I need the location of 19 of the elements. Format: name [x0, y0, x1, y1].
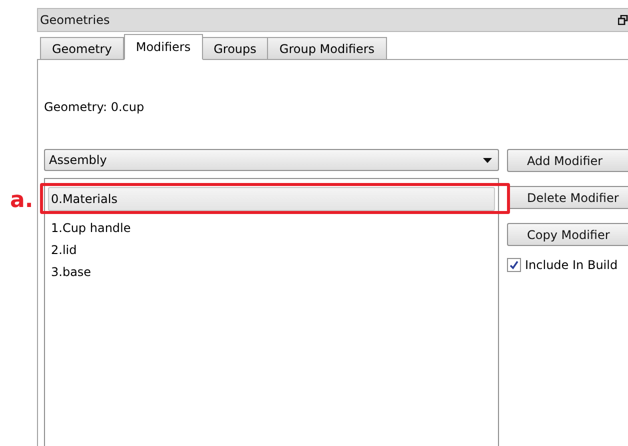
panel-title: Geometries [40, 13, 110, 27]
modifier-item[interactable]: 1.Cup handle [48, 217, 495, 239]
modifier-item[interactable]: 3.base [48, 261, 495, 283]
restore-icon[interactable] [618, 15, 628, 25]
modifier-button[interactable]: Copy Modifier [507, 223, 628, 246]
include-checkbox[interactable] [507, 258, 521, 272]
annotation-label: a. [10, 188, 34, 214]
tab[interactable]: Geometry [40, 37, 124, 59]
geometry-label: Geometry: 0.cup [44, 100, 146, 116]
modifier-button[interactable]: Add Modifier [507, 149, 628, 172]
tab[interactable]: Group Modifiers [267, 37, 387, 59]
modifier-item[interactable]: 0.Materials [48, 187, 495, 211]
dropdown-arrow-icon [483, 158, 492, 162]
assembly-dropdown[interactable]: Assembly [44, 149, 499, 171]
tab[interactable]: Modifiers [124, 34, 203, 60]
modifier-item[interactable]: 2.lid [48, 239, 495, 261]
tab[interactable]: Groups [202, 37, 268, 59]
include-label: Include In Build [525, 258, 618, 272]
modifier-button[interactable]: Delete Modifier [507, 186, 628, 209]
